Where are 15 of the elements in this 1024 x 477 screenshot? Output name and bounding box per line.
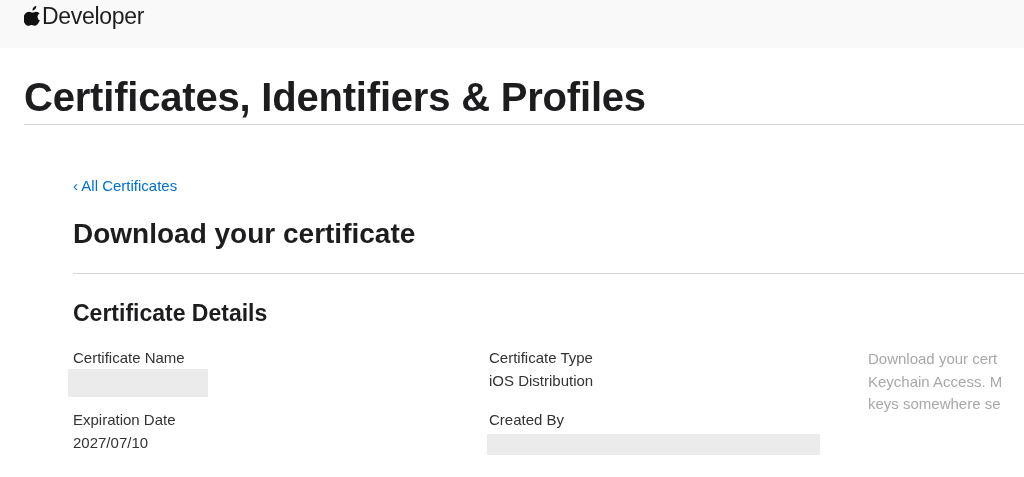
detail-label: Certificate Name bbox=[73, 348, 185, 368]
back-link[interactable]: ‹ All Certificates bbox=[73, 177, 178, 195]
detail-label: Certificate Type bbox=[489, 348, 593, 368]
detail-value: 2027/07/10 bbox=[73, 433, 149, 453]
note-text: keys somewhere se bbox=[868, 394, 1002, 414]
detail-label: Expiration Date bbox=[73, 410, 176, 430]
brand-name: Developer bbox=[42, 3, 145, 29]
section-title: Certificate Details bbox=[73, 299, 269, 327]
page-heading: Download your certificate bbox=[73, 217, 1024, 274]
detail-value: iOS Distribution bbox=[489, 371, 594, 391]
apple-logo-icon bbox=[24, 6, 41, 26]
detail-label: Created By bbox=[489, 410, 565, 430]
note-text: Download your cert bbox=[868, 349, 999, 369]
page-title: Certificates, Identifiers & Profiles bbox=[24, 74, 646, 120]
note-text: Keychain Access. M bbox=[868, 371, 1004, 392]
